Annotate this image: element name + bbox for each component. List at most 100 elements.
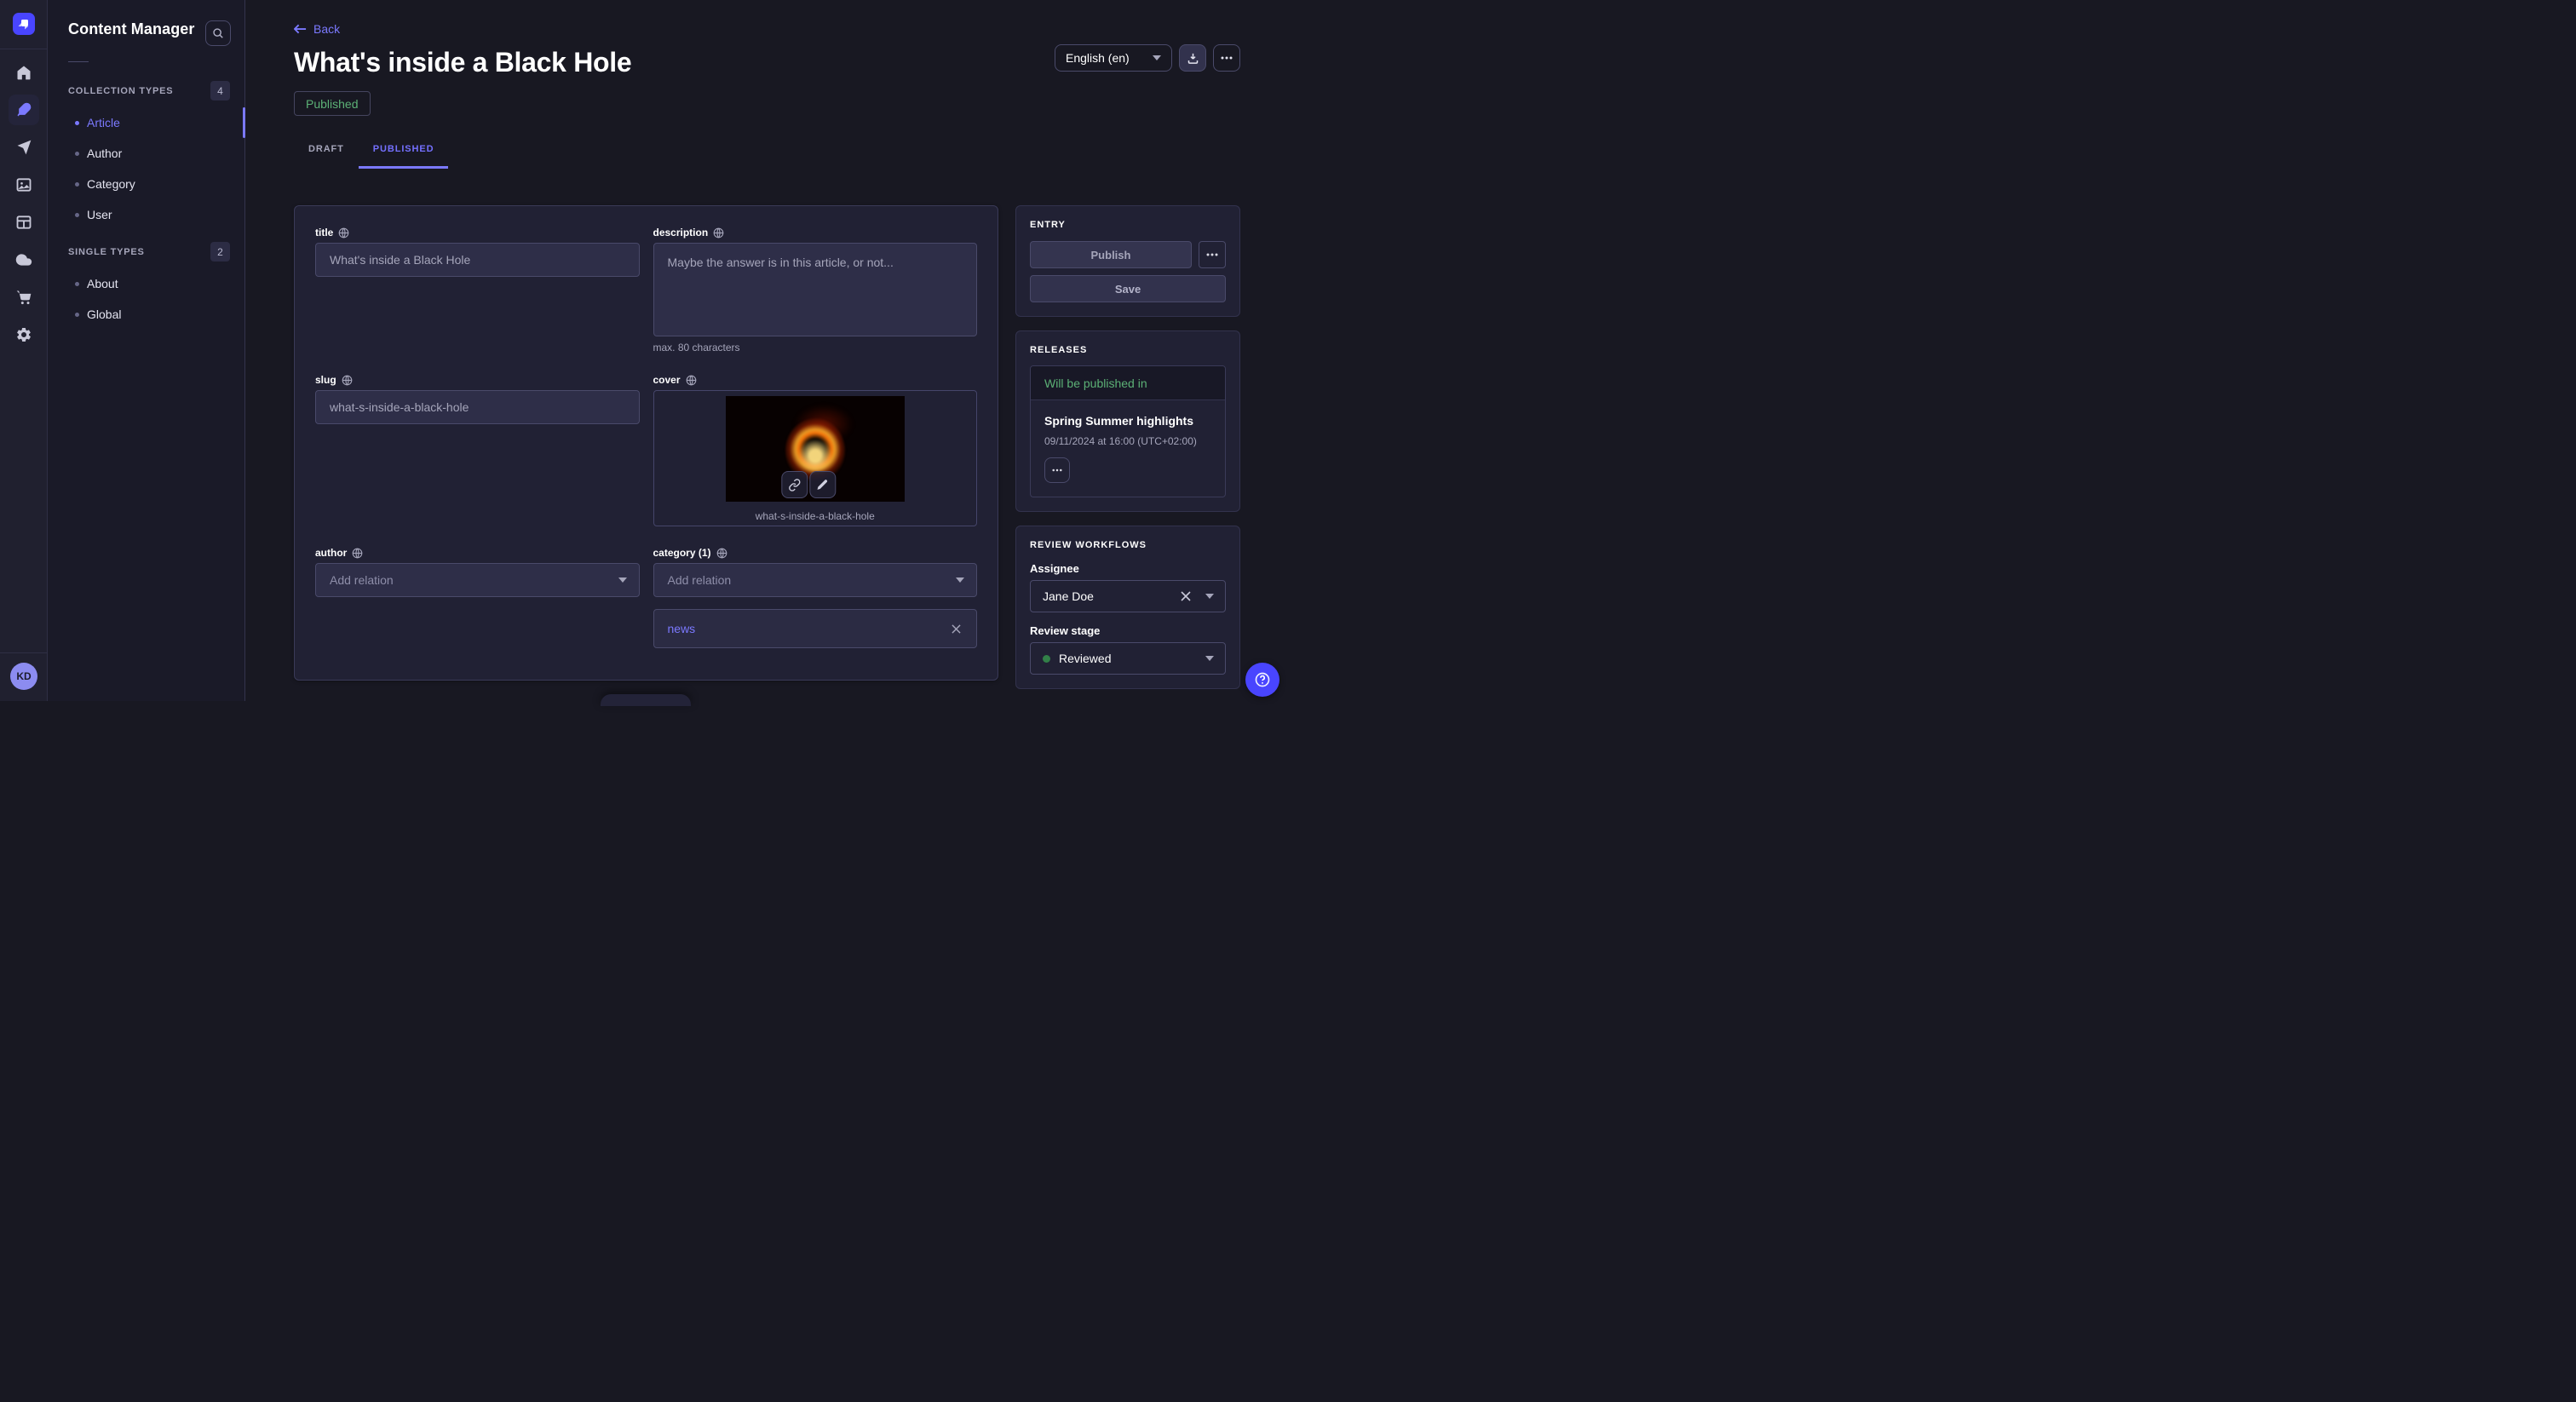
sidebar-item-about[interactable]: About: [48, 268, 244, 299]
help-question-icon[interactable]: [1245, 663, 1279, 697]
bullet-icon: [75, 152, 79, 156]
releases-plane-icon[interactable]: [9, 132, 39, 163]
sidebar-item-label: Author: [87, 147, 122, 160]
publish-button[interactable]: Publish: [1030, 241, 1192, 268]
author-field-label: author: [315, 547, 347, 559]
collection-types-label: COLLECTION TYPES: [68, 86, 173, 96]
tab-published[interactable]: PUBLISHED: [359, 144, 449, 169]
locale-value: English (en): [1066, 51, 1130, 65]
collection-types-section: COLLECTION TYPES 4 Article Author Catego…: [48, 81, 244, 230]
back-link[interactable]: Back: [294, 22, 340, 36]
marketplace-cart-icon[interactable]: [9, 282, 39, 313]
releases-panel: RELEASES Will be published in Spring Sum…: [1015, 330, 1240, 512]
cover-filename: what-s-inside-a-black-hole: [756, 510, 875, 522]
settings-gear-icon[interactable]: [9, 319, 39, 350]
review-workflows-panel: REVIEW WORKFLOWS Assignee Jane Doe Revie…: [1015, 526, 1240, 689]
content-manager-subnav: Content Manager COLLECTION TYPES 4 Artic…: [48, 0, 245, 701]
back-label: Back: [313, 22, 340, 36]
bullet-icon: [75, 282, 79, 286]
status-badge: Published: [294, 91, 371, 116]
locale-select[interactable]: English (en): [1055, 44, 1172, 72]
content-type-builder-icon[interactable]: [9, 207, 39, 238]
field-slug: slug: [315, 374, 640, 526]
sidebar-item-label: User: [87, 208, 112, 221]
slug-input[interactable]: [315, 390, 640, 424]
app-icon-rail: KD: [0, 0, 48, 701]
title-field-label: title: [315, 227, 333, 238]
bullet-icon: [75, 313, 79, 317]
sidebar-item-label: Category: [87, 177, 135, 191]
sidebar-item-author[interactable]: Author: [48, 138, 244, 169]
globe-icon: [686, 375, 697, 386]
author-placeholder: Add relation: [330, 573, 394, 587]
relation-news-link[interactable]: news: [668, 622, 696, 635]
search-icon[interactable]: [205, 20, 231, 46]
download-icon[interactable]: [1179, 44, 1206, 72]
sidebar-item-user[interactable]: User: [48, 199, 244, 230]
chevron-down-icon: [618, 577, 627, 583]
review-stage-label: Review stage: [1030, 624, 1226, 637]
chevron-down-icon: [956, 577, 964, 583]
entry-form-card: title description Maybe the answer is in…: [294, 205, 998, 681]
bullet-icon: [75, 182, 79, 187]
category-field-label: category (1): [653, 547, 711, 559]
assignee-combobox[interactable]: Jane Doe: [1030, 580, 1226, 612]
single-types-count-badge: 2: [210, 242, 230, 261]
chevron-down-icon: [1205, 594, 1214, 599]
author-relation-select[interactable]: Add relation: [315, 563, 640, 597]
remove-relation-icon[interactable]: [952, 624, 961, 634]
ellipsis-icon: [1221, 56, 1233, 60]
entry-more-options-button[interactable]: [1199, 241, 1226, 268]
release-card: Will be published in Spring Summer highl…: [1030, 365, 1226, 497]
media-library-icon[interactable]: [9, 170, 39, 200]
save-button[interactable]: Save: [1030, 275, 1226, 302]
globe-icon: [716, 548, 727, 559]
assignee-value: Jane Doe: [1043, 589, 1094, 603]
review-workflows-title: REVIEW WORKFLOWS: [1030, 540, 1226, 550]
clear-assignee-icon[interactable]: [1181, 591, 1191, 601]
draft-published-tabs: DRAFT PUBLISHED: [294, 144, 1240, 169]
bullet-icon: [75, 213, 79, 217]
sidebar-item-label: About: [87, 277, 118, 290]
subnav-title: Content Manager: [68, 20, 195, 37]
stage-value: Reviewed: [1059, 652, 1111, 665]
cloud-icon[interactable]: [9, 244, 39, 275]
content-manager-feather-icon[interactable]: [9, 95, 39, 125]
field-description: description Maybe the answer is in this …: [653, 227, 978, 353]
field-author: author Add relation: [315, 547, 640, 648]
single-types-label: SINGLE TYPES: [68, 247, 145, 257]
avatar[interactable]: KD: [10, 663, 37, 690]
subnav-divider: [68, 61, 89, 62]
active-item-indicator: [243, 107, 245, 138]
rail-divider-bottom: [0, 652, 48, 653]
description-textarea[interactable]: Maybe the answer is in this article, or …: [653, 243, 978, 336]
category-relation-select[interactable]: Add relation: [653, 563, 978, 597]
edit-pencil-icon[interactable]: [809, 471, 836, 498]
release-name: Spring Summer highlights: [1044, 414, 1211, 428]
release-date: 09/11/2024 at 16:00 (UTC+02:00): [1044, 435, 1211, 447]
review-stage-select[interactable]: Reviewed: [1030, 642, 1226, 675]
sidebar-item-article[interactable]: Article: [48, 107, 244, 138]
home-icon[interactable]: [9, 57, 39, 88]
field-title: title: [315, 227, 640, 353]
sidebar-item-global[interactable]: Global: [48, 299, 244, 330]
cover-asset-box: what-s-inside-a-black-hole: [653, 390, 978, 526]
ellipsis-icon: [1052, 468, 1062, 472]
chevron-down-icon: [1153, 55, 1161, 60]
releases-panel-title: RELEASES: [1030, 345, 1226, 355]
sidebar-item-label: Article: [87, 116, 120, 129]
release-more-options-button[interactable]: [1044, 457, 1070, 483]
chevron-down-icon: [1205, 656, 1214, 661]
strapi-logo[interactable]: [13, 13, 35, 35]
ellipsis-icon: [1206, 253, 1218, 256]
link-icon[interactable]: [781, 471, 808, 498]
strapi-logo-glyph: [17, 17, 31, 31]
title-input[interactable]: [315, 243, 640, 277]
sidebar-item-category[interactable]: Category: [48, 169, 244, 199]
cover-field-label: cover: [653, 374, 681, 386]
release-status: Will be published in: [1031, 366, 1225, 400]
globe-icon: [352, 548, 363, 559]
single-types-section: SINGLE TYPES 2 About Global: [48, 242, 244, 330]
more-options-button[interactable]: [1213, 44, 1240, 72]
tab-draft[interactable]: DRAFT: [294, 144, 359, 169]
